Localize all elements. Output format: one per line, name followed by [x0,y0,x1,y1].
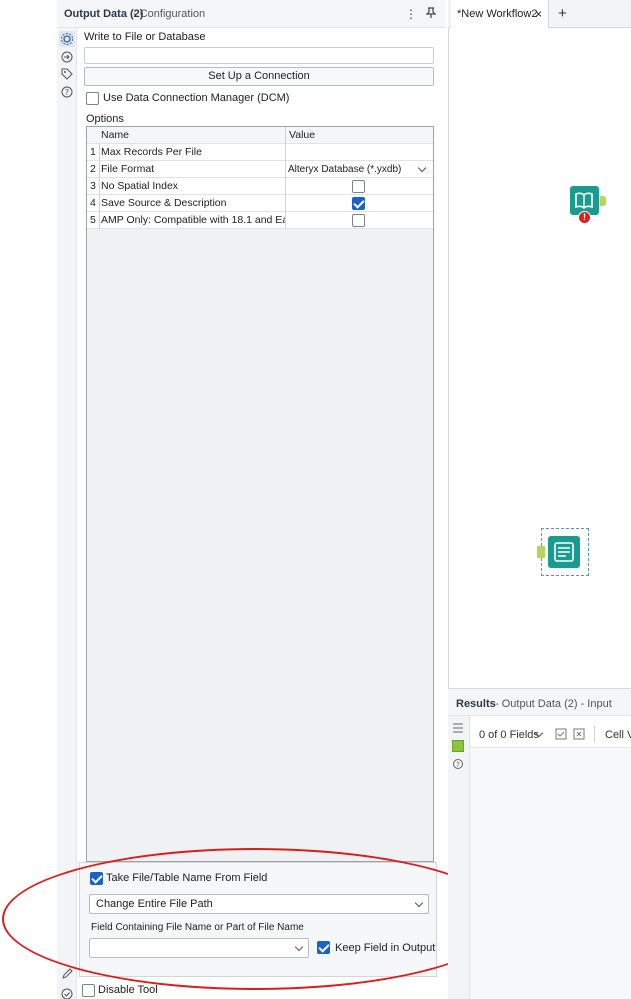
amp-only-checkbox[interactable] [352,214,365,227]
tab-label: *New Workflow2 [457,8,538,20]
write-to-file-label: Write to File or Database [84,31,206,43]
tag-icon[interactable] [60,67,74,84]
row-name: No Spatial Index [101,180,179,192]
options-grid: Name Value 1 Max Records Per File 2 File… [86,126,434,862]
pencil-icon[interactable] [60,967,74,984]
annotation-circle [2,848,508,990]
grid-row[interactable]: 2 File Format Alteryx Database (*.yxdb) [87,161,433,178]
row-name: File Format [101,163,155,175]
fields-dropdown[interactable]: 0 of 0 Fields [479,729,539,741]
svg-text:?: ? [65,88,69,97]
tab-new-workflow2[interactable]: *New Workflow2 × [451,0,549,28]
grid-header-row: Name Value [87,127,433,144]
add-tab-button[interactable]: + [558,5,567,22]
help-icon[interactable]: ? [60,85,74,102]
results-subtitle: - Output Data (2) - Input [495,698,612,710]
pin-icon[interactable] [424,7,438,21]
disable-tool-label: Disable Tool [98,984,158,996]
output-data-tool-node[interactable] [548,536,580,568]
results-title: Results [456,698,496,710]
grid-column-divider [99,144,100,229]
clear-icon[interactable] [573,728,585,743]
data-icon[interactable] [452,740,464,752]
grid-row[interactable]: 4 Save Source & Description [87,195,433,212]
grid-header-name: Name [101,129,130,141]
grid-row[interactable]: 3 No Spatial Index [87,178,433,195]
dcm-checkbox[interactable] [86,92,99,105]
setup-connection-button[interactable]: Set Up a Connection [84,67,434,86]
grid-row[interactable]: 1 Max Records Per File [87,144,433,161]
config-subtitle: - Configuration [133,8,206,20]
check-circle-icon[interactable] [60,987,74,999]
workflow-canvas[interactable] [448,0,631,688]
output-anchor[interactable] [600,196,606,206]
row-name: AMP Only: Compatible with 18.1 and Earli… [101,214,286,226]
no-spatial-index-checkbox[interactable] [352,180,365,193]
write-to-file-input[interactable] [84,47,434,64]
kebab-menu-icon[interactable]: ⋮ [404,7,418,21]
arrow-in-icon[interactable] [60,50,74,67]
grid-empty-area [87,229,433,861]
edit-checkbox-icon[interactable] [555,728,567,743]
gear-icon[interactable] [59,31,75,47]
error-icon: ! [578,211,591,224]
dcm-label: Use Data Connection Manager (DCM) [103,92,290,104]
help-icon[interactable]: ? [452,758,464,773]
cell-viewer-button[interactable]: Cell Vi [605,729,631,741]
results-toolbar: 0 of 0 Fields Cell Vi [470,722,631,748]
disable-tool-checkbox[interactable] [82,984,95,997]
close-icon[interactable]: × [535,7,542,21]
document-icon [554,542,574,562]
chevron-down-icon[interactable] [417,163,427,173]
svg-text:?: ? [456,761,460,769]
grid-column-divider [285,127,286,229]
toolbar-divider [594,726,595,742]
file-format-select[interactable]: Alteryx Database (*.yxdb) [288,161,416,178]
grid-header-value: Value [289,129,316,141]
results-header: Results - Output Data (2) - Input [448,688,631,716]
row-name: Max Records Per File [101,146,202,158]
config-title: Output Data (2) [64,8,144,20]
results-grid-area [470,748,631,999]
grid-row[interactable]: 5 AMP Only: Compatible with 18.1 and Ear… [87,212,433,229]
row-name: Save Source & Description [101,197,227,209]
input-anchor[interactable] [537,546,545,558]
config-side-rail [57,28,77,999]
options-label: Options [86,113,124,125]
save-source-checkbox[interactable] [352,197,365,210]
list-icon[interactable] [452,722,464,737]
left-gutter [0,0,57,999]
